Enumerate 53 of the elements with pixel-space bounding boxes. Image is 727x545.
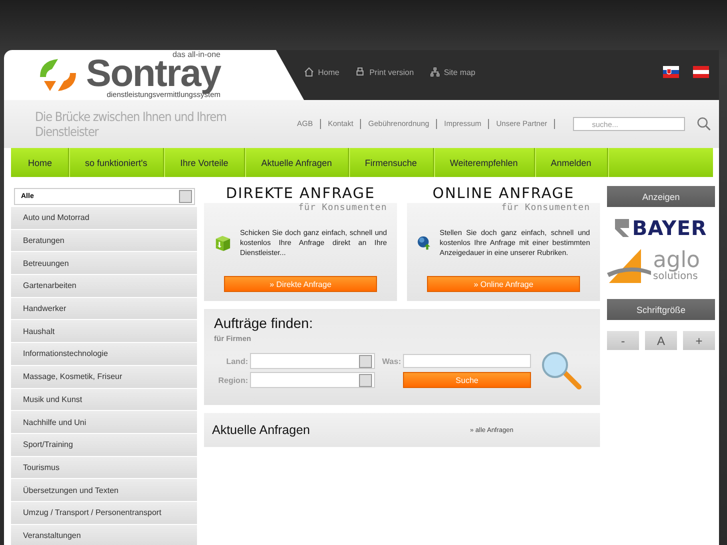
top-link[interactable]: Print version (355, 67, 414, 77)
category-item[interactable]: Informationstechnologie (11, 343, 197, 365)
category-item[interactable]: Sport/Training (11, 434, 197, 456)
nav-link[interactable]: Weiterempfehlen (434, 148, 535, 177)
was-label: Was: (381, 356, 401, 366)
ads-heading: Anzeigen (607, 186, 715, 207)
category-item[interactable]: Massage, Kosmetik, Friseur (11, 366, 197, 388)
was-field[interactable] (403, 354, 531, 368)
category-item[interactable]: Übersetzungen und Texten (11, 479, 197, 501)
flag-icon[interactable] (693, 66, 709, 78)
category-item[interactable]: Handwerker (11, 298, 197, 320)
aglo-logo[interactable]: aglo solutions (607, 247, 715, 285)
magnifier-icon (540, 350, 582, 390)
land-label: Land: (225, 356, 248, 366)
font-size-button[interactable]: + (683, 331, 715, 350)
offer-title: DIREKTE ANFRAGE (224, 186, 376, 203)
nav-link[interactable]: Home (11, 148, 70, 177)
nav-link[interactable]: so funktioniert's (69, 148, 164, 177)
offer-title: ONLINE ANFRAGE (432, 186, 576, 203)
nav-link[interactable]: Firmensuche (348, 148, 434, 177)
top-link[interactable]: Home (304, 67, 340, 77)
land-select[interactable] (250, 353, 375, 369)
offer-subtitle: für Konsumenten (298, 203, 387, 213)
category-item[interactable]: Tourismus (11, 456, 197, 478)
category-item[interactable]: Nachhilfe und Uni (11, 411, 197, 433)
font-size-button[interactable]: - (607, 331, 639, 350)
category-item[interactable]: Gartenarbeiten (11, 275, 197, 297)
category-item[interactable]: Auto und Motorrad (11, 207, 197, 229)
nav-link[interactable]: Anmelden (534, 148, 608, 177)
category-item[interactable]: Umzug / Transport / Personentransport (11, 502, 197, 524)
finder-title: Aufträge finden: (214, 315, 314, 331)
logo-tagline: das all-in-one (172, 51, 220, 60)
region-label: Region: (217, 376, 248, 384)
font-size-heading: Schriftgröße (607, 299, 715, 320)
offer-subtitle: für Konsumenten (501, 203, 590, 213)
flag-icon[interactable] (663, 66, 679, 78)
bayer-logo[interactable]: BAYER (607, 217, 715, 239)
home-icon (304, 67, 314, 77)
slogan: Die Brücke zwischen Ihnen und Ihrem Dienstleister (35, 109, 228, 139)
category-item[interactable]: Veranstaltungen (11, 524, 197, 545)
category-item[interactable]: Beratungen (11, 230, 197, 252)
sitemap-icon (430, 67, 440, 77)
search-icon[interactable] (697, 117, 711, 131)
nav-link[interactable]: Aktuelle Anfragen (245, 148, 349, 177)
font-size-button[interactable]: A (645, 331, 677, 350)
category-item[interactable]: Betreuungen (11, 252, 197, 274)
printer-icon (355, 67, 366, 77)
category-item[interactable]: Musik und Kunst (11, 388, 197, 410)
region-select[interactable] (250, 372, 375, 388)
category-item[interactable]: Haushalt (11, 320, 197, 342)
top-link[interactable]: Site map (430, 67, 476, 77)
requests-title: Aktuelle Anfragen (212, 423, 311, 437)
nav-link[interactable]: Ihre Vorteile (164, 148, 246, 177)
